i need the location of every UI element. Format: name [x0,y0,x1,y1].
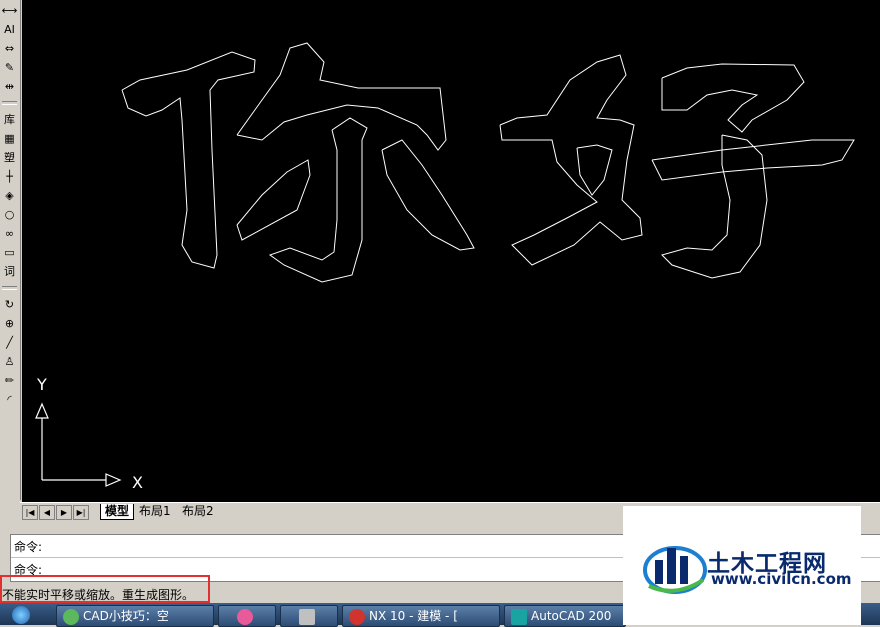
autocad-icon [511,608,527,625]
glyph-hao [499,54,855,279]
draw-toolbar: ⟷ AI ⇔ ✎ ⇹ 库 ▦ 塑 ┼ ◈ ○ ∞ ▭ 词 ↻ ⊕ ╱ ♙ ✏ ◜ [0,0,21,500]
stamp-icon[interactable]: ♙ [1,353,18,370]
watermark-url: www.civilcn.com [711,570,852,588]
stretch-icon[interactable]: ⇔ [1,40,18,57]
ucs-y-label: Y [36,375,47,394]
ni-top-stroke [236,42,447,151]
app-green-icon [63,608,79,625]
windows-logo-icon [12,606,30,624]
symmetry-icon[interactable]: ⇹ [1,78,18,95]
tab-model[interactable]: 模型 [100,504,135,520]
zoom-icon[interactable]: ⊕ [1,315,18,332]
ucs-icon [35,402,122,487]
circle-icon[interactable]: ○ [1,206,18,223]
ni-left-stroke [121,51,256,269]
taskbar-item-nx[interactable]: NX 10 - 建模 - [ [342,605,500,627]
drawing-canvas[interactable]: Y X [22,0,880,502]
first-tab-button[interactable]: |◀ [22,505,38,520]
chain-icon[interactable]: ∞ [1,225,18,242]
library-icon[interactable]: 库 [1,111,18,128]
snap-icon[interactable]: ◈ [1,187,18,204]
last-tab-button[interactable]: ▶| [73,505,89,520]
glyph-ni [121,42,475,283]
command-line-1: 命令: [14,540,43,554]
plastic-icon[interactable]: 塑 [1,149,18,166]
rotate-icon[interactable]: ↻ [1,296,18,313]
app-pink-icon [237,608,253,625]
drawing-svg[interactable]: Y X [22,0,880,502]
ucs-x-label: X [132,473,143,492]
ni-hook-stroke [268,117,368,283]
hao-nu-stroke [499,54,643,266]
text-icon[interactable]: AI [1,21,18,38]
prev-tab-button[interactable]: ◀ [39,505,55,520]
next-tab-button[interactable]: ▶ [56,505,72,520]
taskbar-item-app3[interactable] [280,605,338,627]
highlight-box [0,575,210,603]
word-icon[interactable]: 词 [1,263,18,280]
hao-zi-top-stroke [661,63,805,133]
pencil-icon[interactable]: ✏ [1,372,18,389]
dimension-icon[interactable]: ⟷ [1,2,18,19]
axis-icon[interactable]: ┼ [1,168,18,185]
pen-icon[interactable]: ✎ [1,59,18,76]
toolbar-separator [2,286,17,290]
app-window-icon [299,608,315,625]
monitor-icon[interactable]: ▭ [1,244,18,261]
ni-leftdot-stroke [236,159,311,241]
start-button[interactable] [2,603,46,625]
watermark: 土木工程网 www.civilcn.com [623,506,861,625]
taskbar-item-autocad[interactable]: AutoCAD 200 [504,605,626,627]
toolbar-separator [2,101,17,105]
ni-rightdot-stroke [381,139,475,251]
taskbar-item-app2[interactable] [218,605,276,627]
tab-layout2[interactable]: 布局2 [178,504,218,519]
arc-icon[interactable]: ◜ [1,391,18,408]
line-icon[interactable]: ╱ [1,334,18,351]
tab-layout1[interactable]: 布局1 [135,504,175,519]
nx-icon [349,608,365,625]
table-icon[interactable]: ▦ [1,130,18,147]
taskbar-item-cad-tips[interactable]: CAD小技巧：空 [56,605,214,627]
hao-nu-inner [576,144,613,196]
